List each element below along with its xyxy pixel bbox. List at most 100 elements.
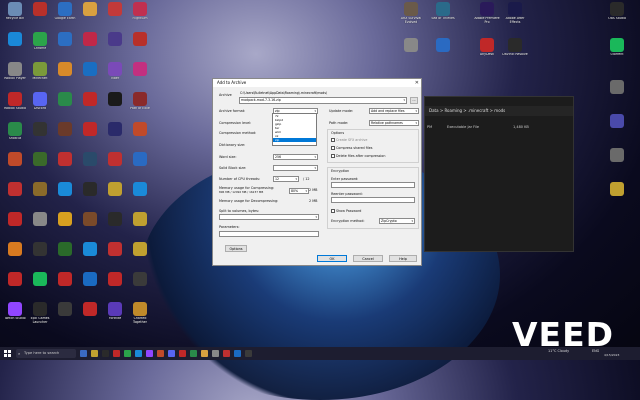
desktop-app-icon[interactable]: Viber: [102, 62, 128, 85]
desktop-app-icon[interactable]: [27, 122, 53, 145]
desktop-app-icon[interactable]: Roblox Studio: [2, 92, 28, 115]
desktop-app-icon[interactable]: [52, 182, 78, 205]
format-option[interactable]: zip: [273, 138, 316, 142]
desktop-app-icon[interactable]: [127, 182, 153, 205]
solid-block-select[interactable]: [273, 165, 318, 171]
desktop-app-icon[interactable]: [2, 212, 28, 235]
taskbar-app-icon[interactable]: [135, 350, 142, 357]
desktop-app-icon[interactable]: [77, 272, 103, 295]
desktop-app-icon[interactable]: [77, 62, 103, 85]
desktop-app-icon[interactable]: [27, 212, 53, 235]
desktop-app-icon[interactable]: [2, 242, 28, 265]
path-mode-select[interactable]: Relative pathnames: [369, 120, 419, 126]
desktop-app-icon[interactable]: Chrome: [27, 32, 53, 55]
update-mode-select[interactable]: Add and replace files: [369, 108, 419, 114]
reenter-password-input[interactable]: [331, 197, 415, 203]
taskbar-app-icon[interactable]: [102, 350, 109, 357]
taskbar-app-icon[interactable]: [245, 350, 252, 357]
desktop-app-icon[interactable]: [604, 182, 630, 205]
delete-after-checkbox[interactable]: Delete files after compression: [331, 154, 385, 158]
file-explorer-window[interactable]: Data > Roaming > .minecraft > mods PM Ex…: [424, 96, 574, 252]
desktop-app-icon[interactable]: [77, 302, 103, 325]
desktop-app-icon[interactable]: [52, 242, 78, 265]
desktop-app-icon[interactable]: Epic Games Launcher: [27, 302, 53, 325]
desktop-app-icon[interactable]: [52, 152, 78, 175]
desktop-app-icon[interactable]: [77, 122, 103, 145]
desktop-app-icon[interactable]: [604, 148, 630, 171]
show-password-checkbox[interactable]: Show Password: [331, 209, 361, 213]
desktop-app-icon[interactable]: [52, 302, 78, 325]
taskbar-app-icon[interactable]: [179, 350, 186, 357]
desktop-app-icon[interactable]: Charted Together: [127, 302, 153, 325]
desktop-app-icon[interactable]: [52, 272, 78, 295]
ok-button[interactable]: OK: [317, 255, 347, 262]
desktop-app-icon[interactable]: Twitch Studio: [2, 302, 28, 325]
taskbar-app-icon[interactable]: [124, 350, 131, 357]
desktop-app-icon[interactable]: uTorrent: [604, 38, 630, 61]
desktop-app-icon[interactable]: [430, 38, 456, 61]
desktop-app-icon[interactable]: Fortnite: [102, 302, 128, 325]
split-volume-select[interactable]: [219, 214, 319, 220]
desktop-app-icon[interactable]: [398, 38, 424, 61]
sfx-checkbox[interactable]: Create SFX archive: [331, 138, 367, 142]
taskbar-app-icon[interactable]: [234, 350, 241, 357]
desktop-app-icon[interactable]: Roblox Player: [2, 62, 28, 85]
desktop-app-icon[interactable]: Path of Exile: [127, 92, 153, 115]
desktop-app-icon[interactable]: DaVinci Resolve: [502, 38, 528, 61]
desktop-app-icon[interactable]: [102, 92, 128, 115]
desktop-app-icon[interactable]: [127, 152, 153, 175]
desktop-app-icon[interactable]: [102, 182, 128, 205]
desktop-app-icon[interactable]: FlightSim: [127, 2, 153, 25]
desktop-app-icon[interactable]: [2, 152, 28, 175]
taskbar-app-icon[interactable]: [80, 350, 87, 357]
desktop-app-icon[interactable]: Shotcut: [2, 122, 28, 145]
desktop-app-icon[interactable]: [77, 212, 103, 235]
browse-button[interactable]: ...: [410, 97, 418, 104]
close-icon[interactable]: ✕: [415, 79, 419, 87]
taskbar-date[interactable]: 4/15/2023: [604, 353, 619, 357]
taskbar-app-icon[interactable]: [146, 350, 153, 357]
desktop-app-icon[interactable]: [52, 92, 78, 115]
taskbar-app-icon[interactable]: [91, 350, 98, 357]
desktop-app-icon[interactable]: [52, 32, 78, 55]
help-button[interactable]: Help: [389, 255, 417, 262]
desktop-app-icon[interactable]: [127, 62, 153, 85]
desktop-app-icon[interactable]: Adobe After Effects: [502, 2, 528, 25]
word-size-select[interactable]: 256: [273, 154, 318, 160]
taskbar-app-icon[interactable]: [223, 350, 230, 357]
password-input[interactable]: [331, 182, 415, 188]
desktop-app-icon[interactable]: [27, 182, 53, 205]
weather-widget[interactable]: 11°C Cloudy: [548, 349, 569, 353]
desktop-app-icon[interactable]: [27, 272, 53, 295]
desktop-app-icon[interactable]: [52, 212, 78, 235]
desktop-app-icon[interactable]: [52, 122, 78, 145]
desktop-app-icon[interactable]: [127, 242, 153, 265]
desktop-app-icon[interactable]: [27, 242, 53, 265]
desktop-app-icon[interactable]: [2, 32, 28, 55]
desktop-app-icon[interactable]: Sea of Thieves: [430, 2, 456, 25]
threads-select[interactable]: 12: [273, 176, 299, 182]
params-input[interactable]: [219, 231, 319, 237]
desktop-app-icon[interactable]: [27, 152, 53, 175]
desktop-app-icon[interactable]: [102, 242, 128, 265]
desktop-app-icon[interactable]: [127, 272, 153, 295]
windows-start-icon[interactable]: [4, 350, 11, 357]
desktop-app-icon[interactable]: [77, 32, 103, 55]
desktop-app-icon[interactable]: [77, 182, 103, 205]
desktop-app-icon[interactable]: [77, 92, 103, 115]
options-button[interactable]: Options: [225, 245, 247, 252]
explorer-file-row[interactable]: PM Executable Jar File 1,480 KB: [425, 124, 573, 131]
desktop-app-icon[interactable]: [127, 212, 153, 235]
desktop-app-icon[interactable]: [102, 272, 128, 295]
desktop-app-icon[interactable]: OBS Studio: [604, 2, 630, 25]
explorer-breadcrumb[interactable]: Data > Roaming > .minecraft > mods: [425, 106, 573, 116]
desktop-app-icon[interactable]: [77, 152, 103, 175]
shared-checkbox[interactable]: Compress shared files: [331, 146, 372, 150]
desktop-app-icon[interactable]: [102, 212, 128, 235]
desktop-app-icon[interactable]: [102, 122, 128, 145]
format-dropdown-list[interactable]: 7z bzip2 gzip tar wim xz zip: [272, 113, 317, 146]
desktop-app-icon[interactable]: [52, 62, 78, 85]
taskbar-app-icon[interactable]: [113, 350, 120, 357]
desktop-app-icon[interactable]: [102, 152, 128, 175]
taskbar-app-icon[interactable]: [190, 350, 197, 357]
